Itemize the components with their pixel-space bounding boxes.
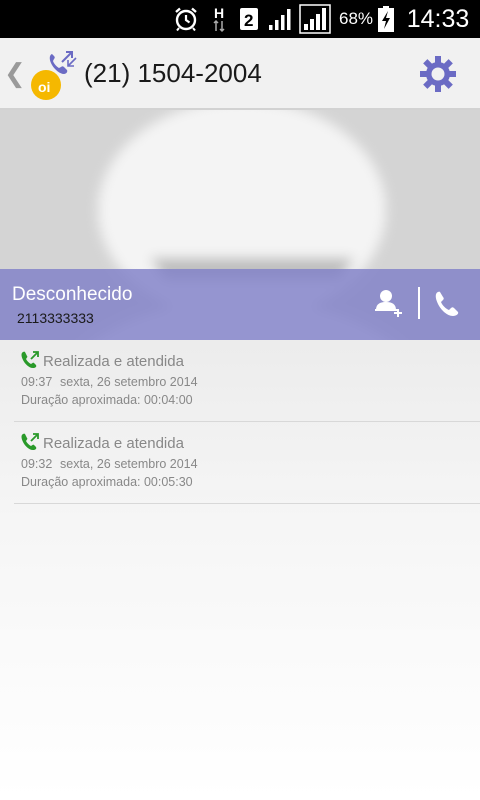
app-logo[interactable]: oi — [28, 48, 80, 100]
call-log-list: Realizada e atendida 09:37 sexta, 26 set… — [0, 340, 480, 800]
call-date: sexta, 26 setembro 2014 — [60, 457, 198, 471]
outgoing-call-icon — [20, 432, 40, 452]
clock: 14:33 — [406, 4, 470, 33]
add-contact-icon[interactable] — [374, 287, 404, 319]
battery-percent: 68% — [338, 9, 374, 28]
svg-text:H: H — [214, 5, 224, 21]
divider — [418, 287, 420, 319]
network-h-icon: H — [210, 0, 230, 38]
chevron-left-icon[interactable]: ❮ — [4, 58, 26, 88]
call-type: Realizada e atendida — [43, 353, 184, 370]
call-log-entry[interactable]: Realizada e atendida 09:37 sexta, 26 set… — [14, 340, 480, 422]
gear-icon[interactable] — [416, 52, 460, 96]
call-date: sexta, 26 setembro 2014 — [60, 375, 198, 389]
call-duration: Duração aproximada: 00:04:00 — [21, 393, 193, 407]
status-bar: H 2 68% 14:33 — [0, 0, 480, 38]
battery-charging-icon — [376, 0, 396, 38]
action-bar: ❮ oi (21) 1504-2004 — [0, 38, 480, 110]
page-title: (21) 1504-2004 — [84, 58, 262, 88]
contact-info-band: Desconhecido 2113333333 — [0, 269, 480, 340]
phone-icon[interactable] — [432, 289, 462, 319]
call-time: 09:32 — [21, 457, 53, 471]
call-time: 09:37 — [21, 375, 53, 389]
call-log-entry[interactable]: Realizada e atendida 09:32 sexta, 26 set… — [14, 422, 480, 504]
contact-number: 2113333333 — [17, 310, 94, 326]
svg-text:2: 2 — [244, 11, 253, 30]
sim-2-icon: 2 — [238, 0, 260, 38]
alarm-icon — [172, 0, 200, 38]
call-duration: Duração aproximada: 00:05:30 — [21, 475, 193, 489]
signal-icon — [298, 0, 332, 38]
call-type: Realizada e atendida — [43, 435, 184, 452]
outgoing-call-icon — [20, 350, 40, 370]
svg-text:oi: oi — [38, 79, 50, 95]
contact-name: Desconhecido — [12, 284, 133, 305]
signal-icon — [266, 0, 294, 38]
